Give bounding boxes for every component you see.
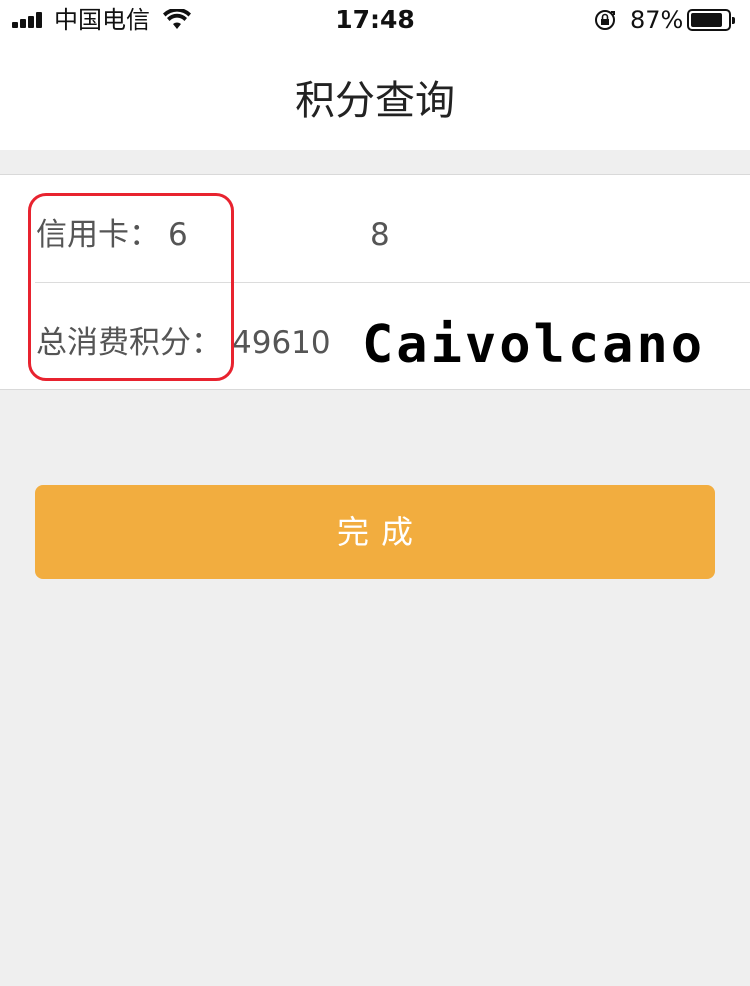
total-points-value: 49610 <box>232 325 331 361</box>
battery-icon <box>687 9 735 31</box>
battery-percent: 87% <box>630 6 684 34</box>
credit-card-value-secondary: 8 <box>370 217 390 253</box>
rotation-lock-icon <box>595 10 615 30</box>
battery-fill <box>691 13 722 27</box>
annotation-highlight-box <box>28 193 234 381</box>
status-bar: 中国电信 17:48 87% <box>0 0 750 40</box>
watermark-text: Caivolcano <box>362 315 706 375</box>
page-title: 积分查询 <box>295 78 455 124</box>
done-button[interactable]: 完成 <box>35 485 715 579</box>
nav-bar: 积分查询 <box>0 40 750 150</box>
